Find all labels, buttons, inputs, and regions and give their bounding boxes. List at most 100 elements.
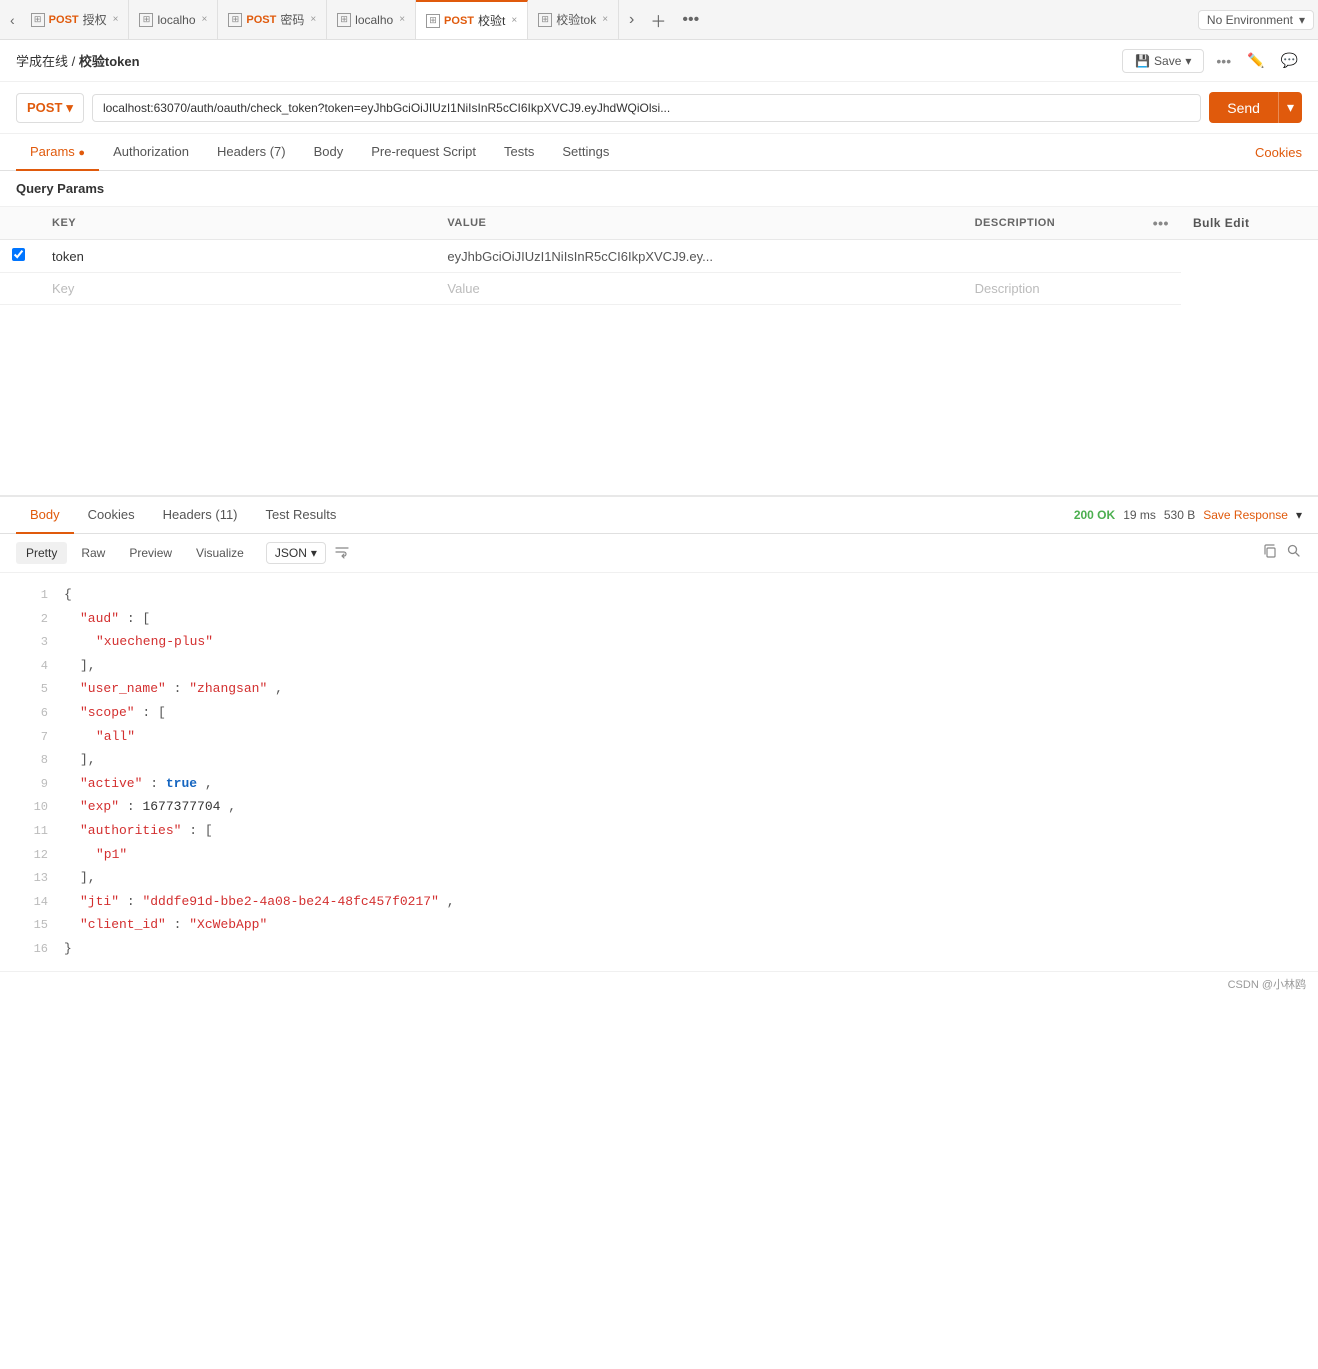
bulk-edit-button[interactable]: Bulk Edit [1193,216,1250,230]
edit-button[interactable]: ✏️ [1243,48,1268,73]
tab-bar: ‹ ⊞ POST 授权 × ⊞ localho × ⊞ POST 密码 × ⊞ … [0,0,1318,40]
line-num-1: 1 [8,585,48,607]
tab-icon-1: ⊞ [31,13,45,27]
breadcrumb-actions: 💾 Save ▾ ••• ✏️ 💬 [1122,48,1302,73]
tab-item-5[interactable]: ⊞ POST 校验t × [416,0,528,40]
col-bulk-edit[interactable]: Bulk Edit [1181,207,1318,240]
breadcrumb-current: 校验token [79,54,140,69]
url-input[interactable] [92,94,1201,122]
row-key-cell: token [40,240,435,273]
search-button[interactable] [1286,543,1302,564]
json-line-1: 1 { [0,583,1318,607]
query-params-title: Query Params [0,171,1318,207]
tab-close-6[interactable]: × [602,14,608,25]
fmt-tab-raw[interactable]: Raw [71,542,115,564]
tab-label-2: localho [157,13,195,27]
response-section: Body Cookies Headers (11) Test Results 2… [0,495,1318,971]
line-num-5: 5 [8,679,48,701]
tab-add-button[interactable]: ＋ [644,8,672,32]
tab-item-6[interactable]: ⊞ 校验tok × [528,0,619,40]
json-line-7: 7 "all" [0,725,1318,749]
empty-value-cell[interactable]: Value [435,273,962,305]
tab-nav-right[interactable]: › [623,11,640,29]
json-line-16: 16 } [0,937,1318,961]
col-description: DESCRIPTION [963,207,1141,240]
json-key-scope: "scope" [80,705,135,720]
empty-checkbox-cell [0,273,40,305]
tab-item-1[interactable]: ⊞ POST 授权 × [21,0,130,40]
save-response-arrow[interactable]: ▾ [1296,508,1302,522]
row-value-cell: eyJhbGciOiJIUzI1NiIsInR5cCI6IkpXVCJ9.ey.… [435,240,962,273]
tab-icon-3: ⊞ [228,13,242,27]
json-line-2: 2 "aud" : [ [0,607,1318,631]
response-size: 530 B [1164,508,1195,522]
fmt-tab-pretty[interactable]: Pretty [16,542,67,564]
resp-tab-headers[interactable]: Headers (11) [149,497,252,534]
tab-body[interactable]: Body [300,134,358,171]
json-format-selector[interactable]: JSON ▾ [266,542,326,564]
breadcrumb-bar: 学成在线 / 校验token 💾 Save ▾ ••• ✏️ 💬 [0,40,1318,82]
tab-label-6: 校验tok [556,11,596,28]
response-status: 200 OK [1074,508,1115,522]
params-table: KEY VALUE DESCRIPTION ••• Bulk Edit toke… [0,207,1318,305]
tab-close-2[interactable]: × [202,14,208,25]
tab-close-1[interactable]: × [113,14,119,25]
row-checkbox[interactable] [12,248,25,261]
col-value: VALUE [435,207,962,240]
tab-close-4[interactable]: × [399,14,405,25]
tab-prerequest[interactable]: Pre-request Script [357,134,490,171]
more-options-button[interactable]: ••• [1212,49,1235,73]
tab-item-2[interactable]: ⊞ localho × [129,0,218,40]
json-key-username: "user_name" [80,681,166,696]
tab-more-button[interactable]: ••• [676,11,705,29]
tab-method-3: POST [246,14,276,26]
env-selector[interactable]: No Environment ▾ [1198,10,1314,30]
line-num-16: 16 [8,939,48,961]
method-selector[interactable]: POST ▾ [16,93,84,123]
url-bar: POST ▾ Send ▾ [0,82,1318,134]
tab-settings[interactable]: Settings [548,134,623,171]
resp-tab-cookies[interactable]: Cookies [74,497,149,534]
col-actions: ••• [1141,207,1181,240]
json-val-xuecheng: "xuecheng-plus" [96,634,213,649]
tab-close-3[interactable]: × [310,14,316,25]
json-val-active: true [166,776,197,791]
empty-key-cell[interactable]: Key [40,273,435,305]
empty-desc-cell[interactable]: Description [963,273,1141,305]
tab-headers[interactable]: Headers (7) [203,134,300,171]
tab-item-4[interactable]: ⊞ localho × [327,0,416,40]
env-label: No Environment [1207,13,1293,27]
json-val-exp: 1677377704 [142,799,220,814]
copy-button[interactable] [1262,543,1278,564]
tab-nav-left[interactable]: ‹ [4,12,21,28]
save-response-button[interactable]: Save Response [1203,508,1288,522]
fmt-tab-preview[interactable]: Preview [119,542,182,564]
table-more-icon[interactable]: ••• [1153,215,1169,231]
tab-authorization[interactable]: Authorization [99,134,203,171]
params-badge: ● [78,147,85,159]
save-label: Save [1154,54,1181,68]
tab-params[interactable]: Params ● [16,134,99,171]
send-dropdown-icon[interactable]: ▾ [1278,92,1302,123]
chevron-down-icon: ▾ [1299,13,1305,27]
tab-close-5[interactable]: × [511,15,517,26]
row-actions-cell [1141,240,1181,273]
json-line-15: 15 "client_id" : "XcWebApp" [0,913,1318,937]
tab-label-5: 校验t [478,12,505,29]
cookies-link[interactable]: Cookies [1255,135,1302,170]
send-button[interactable]: Send ▾ [1209,92,1302,123]
tab-tests[interactable]: Tests [490,134,548,171]
wrap-button[interactable] [334,544,350,563]
col-key: KEY [40,207,435,240]
save-button[interactable]: 💾 Save ▾ [1122,49,1204,73]
csdn-footer: CSDN @小林鸥 [0,971,1318,996]
comment-button[interactable]: 💬 [1277,48,1302,73]
breadcrumb-prefix: 学成在线 [16,54,68,69]
json-line-4: 4 ], [0,654,1318,678]
resp-tab-body[interactable]: Body [16,497,74,534]
tab-item-3[interactable]: ⊞ POST 密码 × [218,0,327,40]
resp-tab-test-results[interactable]: Test Results [252,497,351,534]
fmt-tab-visualize[interactable]: Visualize [186,542,254,564]
json-val-clientid: "XcWebApp" [189,917,267,932]
response-tabs-bar: Body Cookies Headers (11) Test Results 2… [0,497,1318,534]
